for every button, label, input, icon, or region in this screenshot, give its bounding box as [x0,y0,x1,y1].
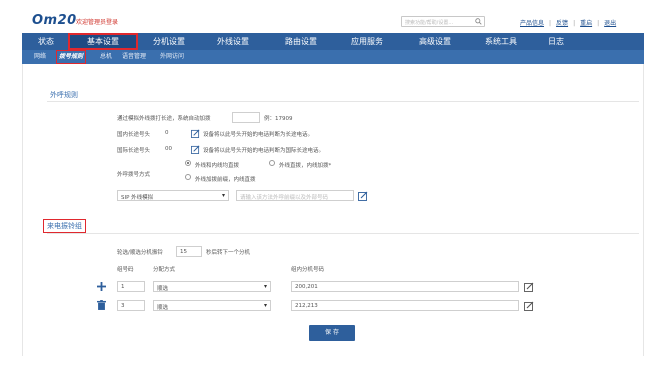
nav-status[interactable]: 状态 [28,33,64,50]
dial-mode-label: 外呼拨号方式 [117,172,151,178]
auto-prefix-example: 例：17909 [264,116,293,122]
subnav-dial-rules[interactable]: 拨号规则 [56,50,87,64]
auto-prefix-input[interactable] [232,112,260,123]
search-placeholder: 搜索功能/帮助/设置... [405,20,454,26]
edit-icon[interactable] [191,145,200,154]
nav-advanced-settings[interactable]: 高级设置 [408,33,462,50]
add-icon[interactable] [97,282,106,291]
edit-icon[interactable] [524,282,534,292]
domestic-prefix-label: 国内长途号头 [117,132,151,138]
dial-mode-option-1: 外线和内线均直拨 [195,163,240,169]
ring-time-label: 轮选/顺选分机振铃 [117,250,163,256]
trunk-prefix-input[interactable]: 请输入该方法外呼前缀以及外部号码 [236,190,354,201]
nav-system-tools[interactable]: 系统工具 [474,33,528,50]
auto-prefix-label: 通过模拟外线拨打长途，系统自动加拨 [117,116,211,122]
col-distribution-mode: 分配方式 [153,267,176,273]
dial-mode-option-3: 外线加拨前缀，内线直拨 [195,177,256,183]
edit-icon[interactable] [358,191,368,201]
ring-seconds-input[interactable]: 15 [176,246,202,257]
subnav-network[interactable]: 网络 [34,50,46,64]
intl-prefix-label: 国际长途号头 [117,148,151,154]
logout-link[interactable]: 退出 [604,20,616,27]
nav-extension-settings[interactable]: 分机设置 [142,33,196,50]
intl-prefix-value[interactable]: 00 [165,146,172,152]
restart-link[interactable]: 重启 [580,20,592,27]
divider [47,101,639,102]
member-extensions-input[interactable]: 212,213 [291,300,519,311]
feedback-link[interactable]: 反馈 [556,20,568,27]
subnav-operator[interactable]: 总机 [100,50,112,64]
nav-app-services[interactable]: 应用服务 [340,33,394,50]
welcome-text: 欢迎管理员登录 [76,19,119,26]
edit-icon[interactable] [524,301,534,311]
outbound-rules-title: 外呼规则 [50,91,78,99]
content-panel: 外呼规则 通过模拟外线拨打长途，系统自动加拨 例：17909 国内长途号头 0 … [22,64,644,356]
domestic-prefix-value[interactable]: 0 [165,130,169,136]
product-info-link[interactable]: 产品信息 [520,20,544,27]
nav-route-settings[interactable]: 路由设置 [274,33,328,50]
nav-basic-settings[interactable]: 基本设置 [68,33,138,50]
distribution-mode-select[interactable]: 顺选 [153,281,271,292]
trunk-select[interactable]: SIP 外线模拟 [117,190,229,201]
group-number-input[interactable]: 3 [117,300,145,311]
member-extensions-input[interactable]: 200,201 [291,281,519,292]
dial-mode-radio-3[interactable] [185,174,191,180]
save-button[interactable]: 保 存 [309,325,355,341]
dial-mode-radio-1[interactable] [185,160,191,166]
dial-mode-radio-2[interactable] [269,160,275,166]
edit-icon[interactable] [191,129,200,138]
dial-mode-option-2: 外线直拨，内线加拨* [279,163,332,169]
col-member-extensions: 组内分机号码 [291,267,325,273]
top-links: 产品信息 | 反馈 | 重启 | 退出 [520,20,617,27]
main-nav: 状态 基本设置 分机设置 外线设置 路由设置 应用服务 高级设置 系统工具 日志 [22,33,644,50]
ring-time-suffix: 秒后转下一个分机 [206,250,251,256]
search-icon[interactable] [475,18,482,25]
nav-trunk-settings[interactable]: 外线设置 [206,33,260,50]
nav-logs[interactable]: 日志 [536,33,576,50]
subnav-remote-access[interactable]: 外网访问 [160,50,184,64]
distribution-mode-select[interactable]: 顺选 [153,300,271,311]
col-group-number: 组号码 [117,267,134,273]
sub-nav: 网络 拨号规则 总机 语音管理 外网访问 [22,50,644,64]
domestic-prefix-note: 设备将以此号头开始的电话判断为长途电话。 [203,132,314,138]
group-number-input[interactable]: 1 [117,281,145,292]
top-bar: Om20 欢迎管理员登录 搜索功能/帮助/设置... 产品信息 | 反馈 | 重启 | 退出 [0,0,667,33]
intl-prefix-note: 设备将以此号头开始的电话判断为国际长途电话。 [203,148,325,154]
search-input[interactable]: 搜索功能/帮助/设置... [401,16,485,27]
trash-icon[interactable] [97,300,106,310]
ring-group-title: 来电振铃组 [43,219,86,233]
logo: Om20 [32,13,77,28]
divider [47,233,639,234]
subnav-voice-management[interactable]: 语音管理 [122,50,146,64]
